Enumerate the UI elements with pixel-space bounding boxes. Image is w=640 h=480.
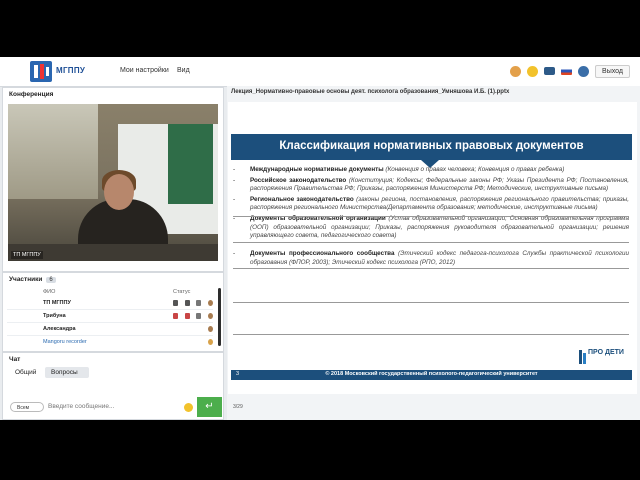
participant-row[interactable]: ТП МГППУ (7, 297, 213, 310)
slide-item: - Российское законодательство (Конституци… (233, 176, 629, 193)
conference-title: Конференция (9, 91, 54, 98)
slide-footer-text: © 2018 Московский государственный психол… (325, 371, 538, 377)
chat-input-row: Всем Введите сообщение... ↵ (8, 397, 222, 417)
emoji-icon[interactable] (184, 403, 193, 412)
camera-off-icon (185, 313, 190, 319)
top-icons: Выход (510, 64, 630, 78)
recipient-select[interactable]: Всем (10, 402, 44, 412)
folder-icon[interactable] (544, 67, 556, 75)
participant-row[interactable]: Mangoru recorder (7, 336, 213, 348)
user-icon (208, 313, 213, 319)
slide[interactable]: Классификация нормативных правовых докум… (228, 102, 637, 394)
participant-row[interactable]: Трибуна (7, 310, 213, 323)
page-indicator: 3/29 (233, 404, 243, 410)
logo-text: МГППУ (56, 66, 86, 75)
pro-deti-text: ПРО ДЕТИ (588, 349, 624, 356)
send-icon: ↵ (205, 401, 214, 412)
slide-item: - Региональное законодательство (законы р… (233, 196, 629, 212)
user-icon (208, 300, 213, 306)
menu-my-settings[interactable]: Мои настройки (120, 67, 169, 74)
recorder-icon (208, 339, 213, 345)
chat-title: Чат (9, 356, 21, 363)
mic-icon (173, 300, 178, 306)
slide-title: Классификация нормативных правовых докум… (279, 140, 584, 152)
russian-flag-icon[interactable] (561, 67, 573, 75)
send-button[interactable]: ↵ (197, 397, 222, 417)
participants-panel: Участники 6 ФИО Статус ТП МГППУ Трибуна А… (2, 272, 224, 352)
pro-deti-icon (579, 350, 586, 364)
pro-deti-logo: ПРО ДЕТИ (578, 348, 628, 366)
raise-hand-icon[interactable] (510, 65, 522, 77)
status-icon (196, 300, 201, 306)
participants-scrollbar[interactable] (218, 288, 221, 346)
slide-header: Классификация нормативных правовых докум… (231, 134, 632, 160)
column-name: ФИО (43, 289, 56, 295)
mic-muted-icon (173, 313, 178, 319)
mgppu-logo-icon (30, 61, 52, 82)
camera-icon (185, 300, 190, 306)
slide-footer: 3 © 2018 Московский государственный псих… (231, 370, 632, 380)
status-icon (196, 313, 201, 319)
slide-item: - Документы профессионального сообщества … (233, 250, 630, 266)
slide-item: - Документы образовательной организации (… (233, 215, 629, 240)
video-caption: ТП МГППУ (11, 251, 43, 259)
participants-count: 6 (46, 277, 56, 283)
emoji-icon[interactable] (527, 65, 539, 77)
column-status: Статус (173, 289, 191, 295)
menu-view[interactable]: Вид (177, 67, 190, 74)
help-icon[interactable] (578, 65, 590, 77)
slide-item: - Международные нормативные документы (Ко… (233, 166, 565, 173)
exit-button[interactable]: Выход (595, 64, 630, 78)
participant-row[interactable]: Александра (7, 323, 213, 336)
user-icon (208, 326, 213, 332)
slide-items: - Международные нормативные документы (Ко… (233, 166, 629, 270)
top-bar: МГППУ Мои настройки Вид Выход (0, 57, 640, 87)
app-window: МГППУ Мои настройки Вид Выход Конференци… (0, 57, 640, 420)
presentation-panel: Лекция_Нормативно-правовые основы деят. … (227, 86, 640, 420)
conference-video[interactable]: ТП МГППУ (8, 104, 218, 261)
presentation-file-title: Лекция_Нормативно-правовые основы деят. … (231, 89, 510, 95)
tab-general[interactable]: Общий (9, 367, 42, 378)
message-input[interactable]: Введите сообщение... (48, 401, 184, 413)
participants-title: Участники 6 (9, 276, 56, 283)
tab-questions[interactable]: Вопросы (45, 367, 89, 378)
